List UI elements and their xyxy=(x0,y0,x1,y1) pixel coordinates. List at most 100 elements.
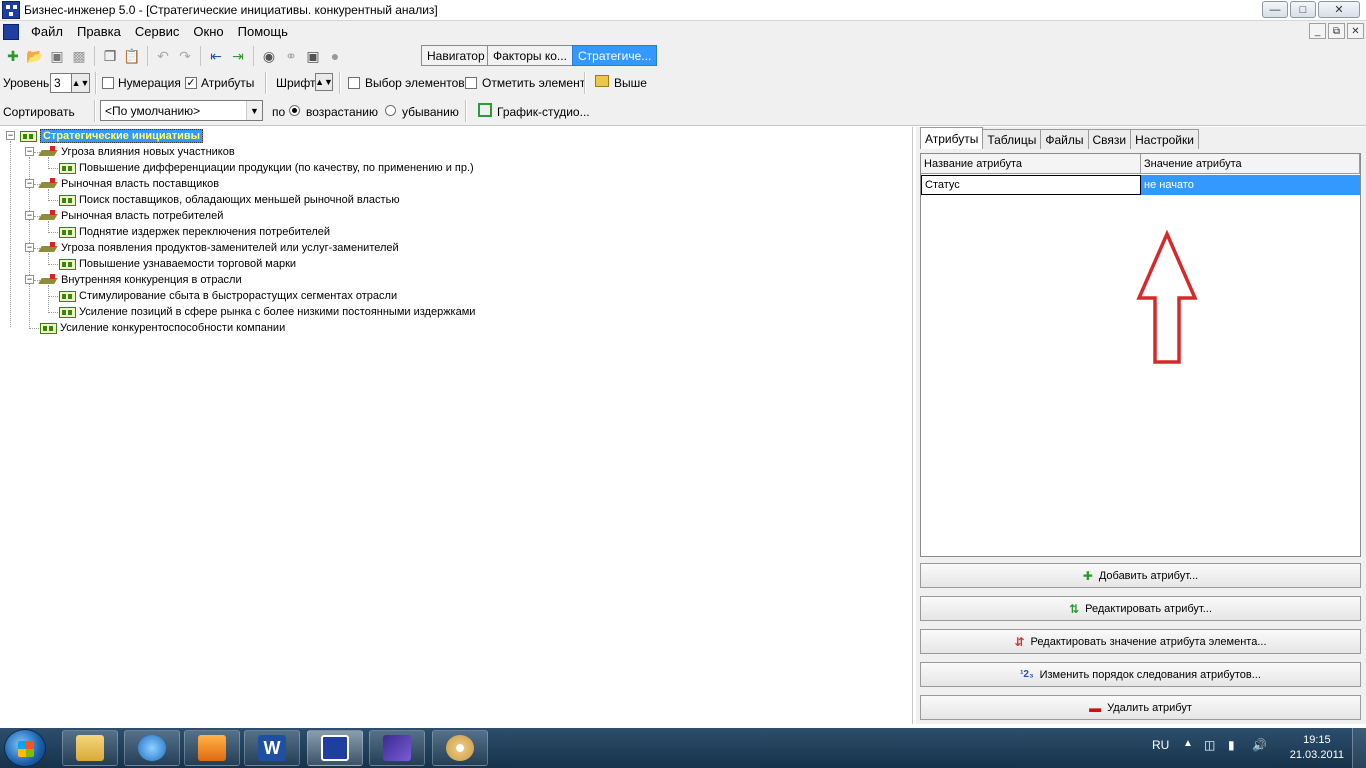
folder-up-icon[interactable] xyxy=(595,75,609,87)
tab-settings[interactable]: Настройки xyxy=(1130,129,1199,149)
new-icon[interactable]: ✚ xyxy=(2,45,24,67)
tree-node[interactable]: Стимулирование сбыта в быстрорастущих се… xyxy=(59,288,397,304)
mark-element-checkbox[interactable] xyxy=(465,77,477,89)
tree-node[interactable]: Поиск поставщиков, обладающих меньшей ры… xyxy=(59,192,400,208)
mdi-minimize-button[interactable]: _ xyxy=(1309,23,1326,39)
tree-node[interactable]: Усиление конкурентоспособности компании xyxy=(40,320,285,336)
globe-icon[interactable]: ● xyxy=(324,45,346,67)
menu-window[interactable]: Окно xyxy=(187,24,231,39)
drawing-app-icon[interactable] xyxy=(369,730,425,766)
tree-node-label[interactable]: Поиск поставщиков, обладающих меньшей ры… xyxy=(79,194,400,206)
mdi-close-button[interactable]: ✕ xyxy=(1347,23,1364,39)
save-all-icon[interactable]: ▩ xyxy=(68,45,90,67)
tab-links[interactable]: Связи xyxy=(1087,129,1132,149)
link-icon[interactable]: ⚭ xyxy=(280,45,302,67)
ascending-radio[interactable] xyxy=(289,105,300,116)
media-player-icon[interactable] xyxy=(184,730,240,766)
tree-node-label[interactable]: Угроза появления продуктов-заменителей и… xyxy=(61,242,399,254)
tree-node-label[interactable]: Рыночная власть потребителей xyxy=(61,210,223,222)
undo-icon[interactable]: ↶ xyxy=(152,45,174,67)
tree-node[interactable]: Рыночная власть потребителей xyxy=(40,208,223,224)
tree-node[interactable]: Угроза влияния новых участников xyxy=(40,144,235,160)
collapse-toggle[interactable]: − xyxy=(25,179,34,188)
reorder-attributes-button[interactable]: ¹2₃ Изменить порядок следования атрибуто… xyxy=(920,662,1361,687)
descending-radio[interactable] xyxy=(385,105,396,116)
network-icon[interactable]: ◫ xyxy=(1204,738,1215,752)
close-button[interactable]: ✕ xyxy=(1318,1,1360,18)
tree-view[interactable]: − Стратегические инициативы − Угроза вли… xyxy=(0,127,913,724)
copy-icon[interactable]: ❐ xyxy=(99,45,121,67)
column-header-value[interactable]: Значение атрибута xyxy=(1141,154,1360,174)
volume-icon[interactable]: 🔊 xyxy=(1252,738,1267,752)
show-desktop-button[interactable] xyxy=(1352,728,1366,768)
nav-tab-navigator[interactable]: Навигатор xyxy=(421,45,491,66)
tab-files[interactable]: Файлы xyxy=(1040,129,1089,149)
spin-arrows-icon[interactable]: ▲▼ xyxy=(71,74,89,92)
graph-studio-button[interactable]: График-студио... xyxy=(497,105,590,119)
mdi-restore-button[interactable]: ⧉ xyxy=(1328,23,1345,39)
menu-edit[interactable]: Правка xyxy=(71,24,129,39)
level-spinner[interactable]: 3 ▲▼ xyxy=(50,73,90,93)
graph-studio-icon[interactable] xyxy=(478,103,492,117)
business-engineer-icon[interactable] xyxy=(307,730,363,766)
tab-tables[interactable]: Таблицы xyxy=(982,129,1042,149)
tree-node-label[interactable]: Угроза влияния новых участников xyxy=(61,146,235,158)
maximize-button[interactable]: □ xyxy=(1290,1,1316,18)
select-elements-checkbox[interactable] xyxy=(348,77,360,89)
internet-explorer-icon[interactable] xyxy=(124,730,180,766)
edit-attribute-button[interactable]: ⇅ Редактировать атрибут... xyxy=(920,596,1361,621)
tree-node-label[interactable]: Повышение дифференциации продукции (по к… xyxy=(79,162,474,174)
chevron-down-icon[interactable]: ▼ xyxy=(246,101,262,120)
clock[interactable]: 19:15 21.03.2011 xyxy=(1290,733,1344,763)
tree-node[interactable]: Рыночная власть поставщиков xyxy=(40,176,219,192)
nav-tab-factors[interactable]: Факторы ко... xyxy=(487,45,573,66)
menu-help[interactable]: Помощь xyxy=(232,24,296,39)
column-header-name[interactable]: Название атрибута xyxy=(921,154,1141,174)
tab-attributes[interactable]: Атрибуты xyxy=(920,127,984,149)
camera-icon[interactable]: ▣ xyxy=(302,45,324,67)
add-attribute-button[interactable]: ✚ Добавить атрибут... xyxy=(920,563,1361,588)
open-icon[interactable]: 📂 xyxy=(24,45,46,67)
app-icon[interactable] xyxy=(2,1,20,19)
tree-node[interactable]: Поднятие издержек переключения потребите… xyxy=(59,224,330,240)
up-button[interactable]: Выше xyxy=(614,76,647,90)
sort-select-value[interactable]: <По умолчанию> xyxy=(101,104,246,118)
language-indicator[interactable]: RU xyxy=(1152,738,1169,752)
tree-node[interactable]: Угроза появления продуктов-заменителей и… xyxy=(40,240,399,256)
collapse-toggle[interactable]: − xyxy=(6,131,15,140)
attribute-value-cell[interactable]: не начато xyxy=(1141,175,1360,195)
edit-attribute-value-button[interactable]: ⇵ Редактировать значение атрибута элемен… xyxy=(920,629,1361,654)
nav-tab-strategic[interactable]: Стратегиче... xyxy=(572,45,658,66)
document-icon[interactable] xyxy=(3,23,19,40)
move-left-icon[interactable]: ⇤ xyxy=(205,45,227,67)
collapse-toggle[interactable]: − xyxy=(25,243,34,252)
tree-node[interactable]: Повышение дифференциации продукции (по к… xyxy=(59,160,474,176)
sort-select[interactable]: <По умолчанию> ▼ xyxy=(100,100,263,121)
menu-file[interactable]: Файл xyxy=(25,24,71,39)
redo-icon[interactable]: ↷ xyxy=(174,45,196,67)
tree-node-label[interactable]: Рыночная власть поставщиков xyxy=(61,178,219,190)
tree-node-label[interactable]: Стратегические инициативы xyxy=(40,129,204,143)
delete-attribute-button[interactable]: ▬ Удалить атрибут xyxy=(920,695,1361,720)
tree-node[interactable]: Внутренняя конкуренция в отрасли xyxy=(40,272,242,288)
collapse-toggle[interactable]: − xyxy=(25,147,34,156)
find-icon[interactable]: ◉ xyxy=(258,45,280,67)
tree-node-label[interactable]: Поднятие издержек переключения потребите… xyxy=(79,226,330,238)
tree-node-label[interactable]: Внутренняя конкуренция в отрасли xyxy=(61,274,242,286)
tree-node[interactable]: Усиление позиций в сфере рынка с более н… xyxy=(59,304,475,320)
tree-node-label[interactable]: Усиление конкурентоспособности компании xyxy=(60,322,285,334)
tree-node-label[interactable]: Повышение узнаваемости торговой марки xyxy=(79,258,296,270)
attributes-checkbox[interactable]: ✓ xyxy=(185,77,197,89)
tree-node-label[interactable]: Стимулирование сбыта в быстрорастущих се… xyxy=(79,290,397,302)
tree-node[interactable]: Повышение узнаваемости торговой марки xyxy=(59,256,296,272)
attributes-grid[interactable]: Название атрибута Значение атрибута Стат… xyxy=(920,153,1361,557)
level-value[interactable]: 3 xyxy=(51,76,71,90)
explorer-icon[interactable] xyxy=(62,730,118,766)
collapse-toggle[interactable]: − xyxy=(25,211,34,220)
tree-node-root[interactable]: Стратегические инициативы xyxy=(20,128,204,144)
paste-icon[interactable]: 📋 xyxy=(121,45,143,67)
menu-service[interactable]: Сервис xyxy=(129,24,188,39)
numbering-checkbox[interactable] xyxy=(102,77,114,89)
start-button[interactable] xyxy=(4,729,46,767)
word-icon[interactable]: W xyxy=(244,730,300,766)
